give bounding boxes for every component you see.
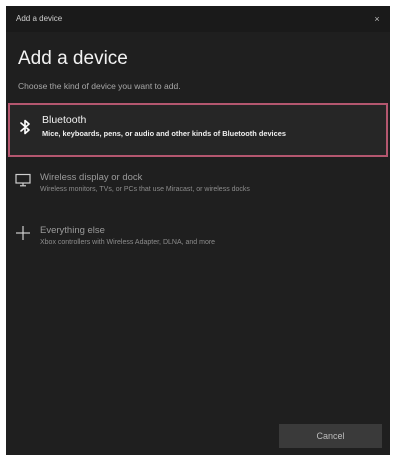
option-bluetooth-description: Mice, keyboards, pens, or audio and othe… [42, 129, 286, 138]
option-everything-else-name: Everything else [40, 225, 105, 236]
monitor-icon [14, 171, 32, 189]
page-subtitle: Choose the kind of device you want to ad… [18, 81, 181, 91]
bluetooth-icon [16, 118, 34, 136]
option-wireless-display-description: Wireless monitors, TVs, or PCs that use … [40, 186, 250, 193]
option-everything-else-description: Xbox controllers with Wireless Adapter, … [40, 239, 216, 246]
option-wireless-display[interactable]: Wireless display or dock Wireless monito… [8, 167, 388, 207]
option-bluetooth-text: Bluetooth Mice, keyboards, pens, or audi… [42, 114, 380, 138]
option-wireless-display-text: Wireless display or dock Wireless monito… [40, 172, 382, 193]
title-bar: Add a device × [6, 6, 390, 32]
cancel-button[interactable]: Cancel [279, 424, 382, 448]
window-title: Add a device [16, 14, 63, 23]
close-icon[interactable]: × [364, 6, 390, 32]
plus-icon [14, 224, 32, 242]
page-title: Add a device [18, 48, 128, 69]
option-wireless-display-name: Wireless display or dock [40, 172, 143, 183]
add-device-dialog: Add a device × Add a device Choose the k… [6, 6, 390, 455]
option-bluetooth-name: Bluetooth [42, 114, 87, 126]
option-everything-else[interactable]: Everything else Xbox controllers with Wi… [8, 221, 388, 261]
option-everything-else-text: Everything else Xbox controllers with Wi… [40, 225, 382, 246]
option-bluetooth[interactable]: Bluetooth Mice, keyboards, pens, or audi… [8, 103, 388, 157]
